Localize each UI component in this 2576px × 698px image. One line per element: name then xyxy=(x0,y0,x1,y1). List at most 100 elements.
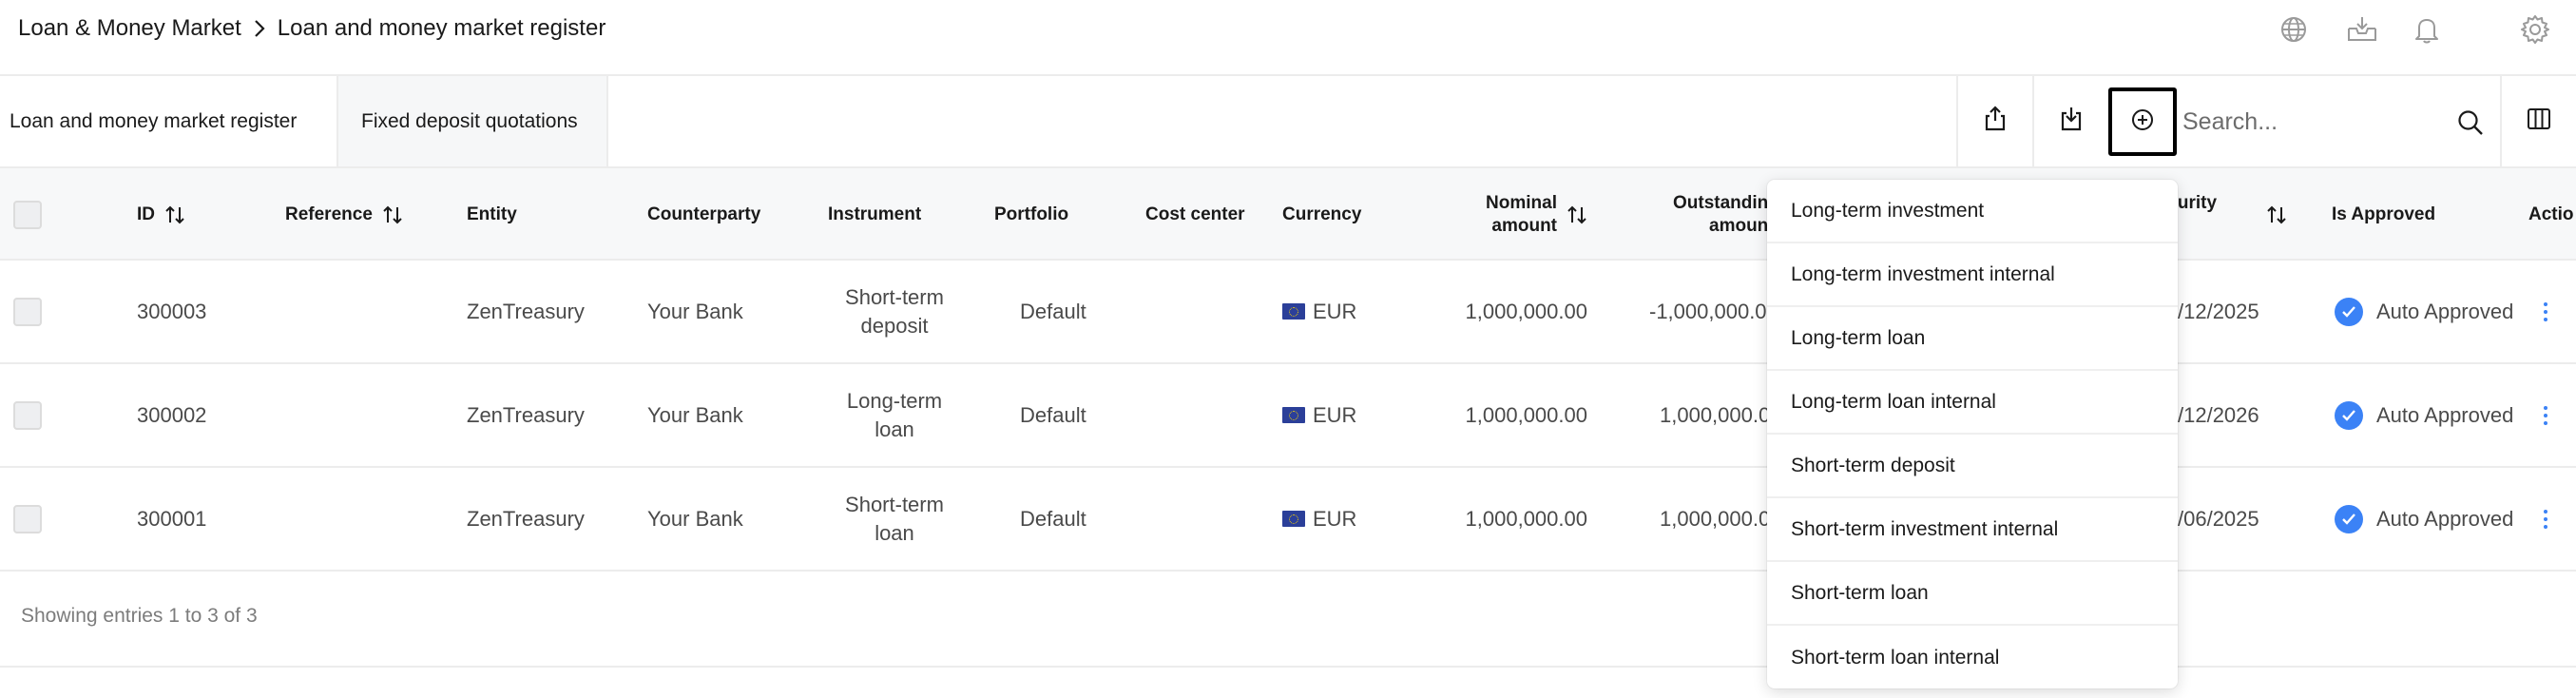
column-header-outstanding-amount: Outstandin amoun xyxy=(1673,192,1769,236)
menu-item-long-term-investment-internal[interactable]: Long-term investment internal xyxy=(1767,243,2178,307)
column-header-reference[interactable]: Reference xyxy=(285,168,403,261)
more-vertical-icon[interactable] xyxy=(2536,301,2555,322)
cell-outstanding-amount: 1,000,000.0 xyxy=(1660,506,1771,531)
more-vertical-icon[interactable] xyxy=(2536,405,2555,426)
check-circle-icon xyxy=(2335,297,2363,326)
tab-label: Loan and money market register xyxy=(10,109,298,132)
cell-counterparty: Your Bank xyxy=(647,402,743,427)
row-checkbox[interactable] xyxy=(13,400,42,430)
column-header-currency: Currency xyxy=(1282,204,1362,224)
breadcrumb: Loan & Money Market Loan and money marke… xyxy=(18,15,606,42)
select-all-checkbox[interactable] xyxy=(13,200,42,229)
column-header-nominal-amount[interactable]: Nominal amount xyxy=(1445,168,1587,261)
row-checkbox[interactable] xyxy=(13,297,42,326)
cell-counterparty: Your Bank xyxy=(647,506,743,531)
inbox-download-icon[interactable] xyxy=(2346,13,2378,46)
menu-item-long-term-loan[interactable]: Long-term loan xyxy=(1767,307,2178,371)
search-icon[interactable] xyxy=(2456,108,2485,137)
gear-icon[interactable] xyxy=(2519,13,2551,46)
cell-outstanding-amount: 1,000,000.0 xyxy=(1660,402,1771,427)
cell-entity: ZenTreasury xyxy=(467,299,585,323)
sort-icon[interactable] xyxy=(2266,204,2287,225)
column-header-id[interactable]: ID xyxy=(137,168,185,261)
cell-portfolio: Default xyxy=(1020,402,1086,427)
cell-currency: EUR xyxy=(1282,364,1356,466)
add-circle-icon xyxy=(2130,107,2155,137)
eu-flag-icon xyxy=(1282,303,1305,320)
tab-loan-money-market-register[interactable]: Loan and money market register xyxy=(0,76,336,166)
cell-maturity-date: /06/2025 xyxy=(2178,506,2259,531)
table-row[interactable]: 300003 ZenTreasury Your Bank Short-term d… xyxy=(0,261,2576,364)
toolbar: Loan and money market register Fixed dep… xyxy=(0,76,2576,168)
table-header: ID Reference Entity Counterparty Instrum… xyxy=(0,168,2576,261)
menu-item-short-term-loan[interactable]: Short-term loan xyxy=(1767,562,2178,626)
chevron-right-icon xyxy=(253,18,266,39)
export-button[interactable] xyxy=(1956,76,2032,166)
pagination-summary: Showing entries 1 to 3 of 3 xyxy=(21,605,258,627)
columns-icon xyxy=(2527,107,2551,135)
column-header-cost-center: Cost center xyxy=(1145,204,1245,224)
tab-label: Fixed deposit quotations xyxy=(361,109,578,132)
cell-nominal-amount: 1,000,000.00 xyxy=(1465,299,1587,323)
cell-id: 300003 xyxy=(137,299,207,323)
menu-item-short-term-deposit[interactable]: Short-term deposit xyxy=(1767,435,2178,498)
breadcrumb-item-register: Loan and money market register xyxy=(277,15,606,41)
cell-approval-status: Auto Approved xyxy=(2335,468,2513,570)
column-header-actions: Actio xyxy=(2528,204,2574,224)
more-vertical-icon[interactable] xyxy=(2536,509,2555,530)
cell-instrument: Short-term loan xyxy=(845,492,944,545)
menu-item-short-term-investment-internal[interactable]: Short-term investment internal xyxy=(1767,498,2178,562)
table-row[interactable]: 300002 ZenTreasury Your Bank Long-term lo… xyxy=(0,364,2576,468)
menu-item-long-term-loan-internal[interactable]: Long-term loan internal xyxy=(1767,371,2178,435)
cell-id: 300001 xyxy=(137,506,207,531)
cell-counterparty: Your Bank xyxy=(647,299,743,323)
column-header-counterparty: Counterparty xyxy=(647,204,761,224)
column-header-portfolio: Portfolio xyxy=(994,204,1069,224)
cell-currency: EUR xyxy=(1282,468,1356,570)
search-input[interactable] xyxy=(2182,95,2439,148)
cell-nominal-amount: 1,000,000.00 xyxy=(1465,402,1587,427)
add-instrument-menu: Long-term investment Long-term investmen… xyxy=(1767,180,2178,688)
cell-maturity-date: /12/2025 xyxy=(2178,299,2259,323)
menu-item-short-term-loan-internal[interactable]: Short-term loan internal xyxy=(1767,626,2178,688)
cell-approval-status: Auto Approved xyxy=(2335,364,2513,466)
cell-instrument: Short-term deposit xyxy=(845,284,944,338)
cell-nominal-amount: 1,000,000.00 xyxy=(1465,506,1587,531)
divider xyxy=(0,666,2576,668)
cell-instrument: Long-term loan xyxy=(846,388,943,441)
column-header-entity: Entity xyxy=(467,204,517,224)
cell-currency: EUR xyxy=(1282,261,1356,362)
eu-flag-icon xyxy=(1282,407,1305,423)
column-header-instrument: Instrument xyxy=(828,204,922,224)
cell-maturity-date: /12/2026 xyxy=(2178,402,2259,427)
cell-outstanding-amount: -1,000,000.0 xyxy=(1649,299,1767,323)
sort-icon[interactable] xyxy=(1567,204,1587,225)
cell-portfolio: Default xyxy=(1020,506,1086,531)
cell-entity: ZenTreasury xyxy=(467,402,585,427)
breadcrumb-item-loan-money-market[interactable]: Loan & Money Market xyxy=(18,15,241,42)
columns-button[interactable] xyxy=(2500,76,2576,166)
import-icon xyxy=(2060,106,2083,137)
menu-item-long-term-investment[interactable]: Long-term investment xyxy=(1767,180,2178,243)
row-checkbox[interactable] xyxy=(13,504,42,533)
select-all-checkbox-cell xyxy=(13,168,42,261)
table-row[interactable]: 300001 ZenTreasury Your Bank Short-term l… xyxy=(0,468,2576,572)
globe-icon[interactable] xyxy=(2278,13,2310,46)
cell-approval-status: Auto Approved xyxy=(2335,261,2513,362)
top-header: Loan & Money Market Loan and money marke… xyxy=(0,0,2576,76)
eu-flag-icon xyxy=(1282,511,1305,527)
bell-icon[interactable] xyxy=(2411,13,2443,46)
column-header-is-approved: Is Approved xyxy=(2332,204,2436,224)
cell-entity: ZenTreasury xyxy=(467,506,585,531)
check-circle-icon xyxy=(2335,400,2363,430)
cell-portfolio: Default xyxy=(1020,299,1086,323)
import-button[interactable] xyxy=(2032,76,2108,166)
column-header-maturity-date[interactable]: aturity te xyxy=(2162,168,2287,261)
sort-icon[interactable] xyxy=(382,204,403,225)
check-circle-icon xyxy=(2335,504,2363,533)
cell-id: 300002 xyxy=(137,402,207,427)
tab-fixed-deposit-quotations[interactable]: Fixed deposit quotations xyxy=(336,76,608,166)
export-icon xyxy=(1984,106,2007,137)
sort-icon[interactable] xyxy=(164,204,185,225)
add-instrument-button[interactable] xyxy=(2108,87,2177,156)
